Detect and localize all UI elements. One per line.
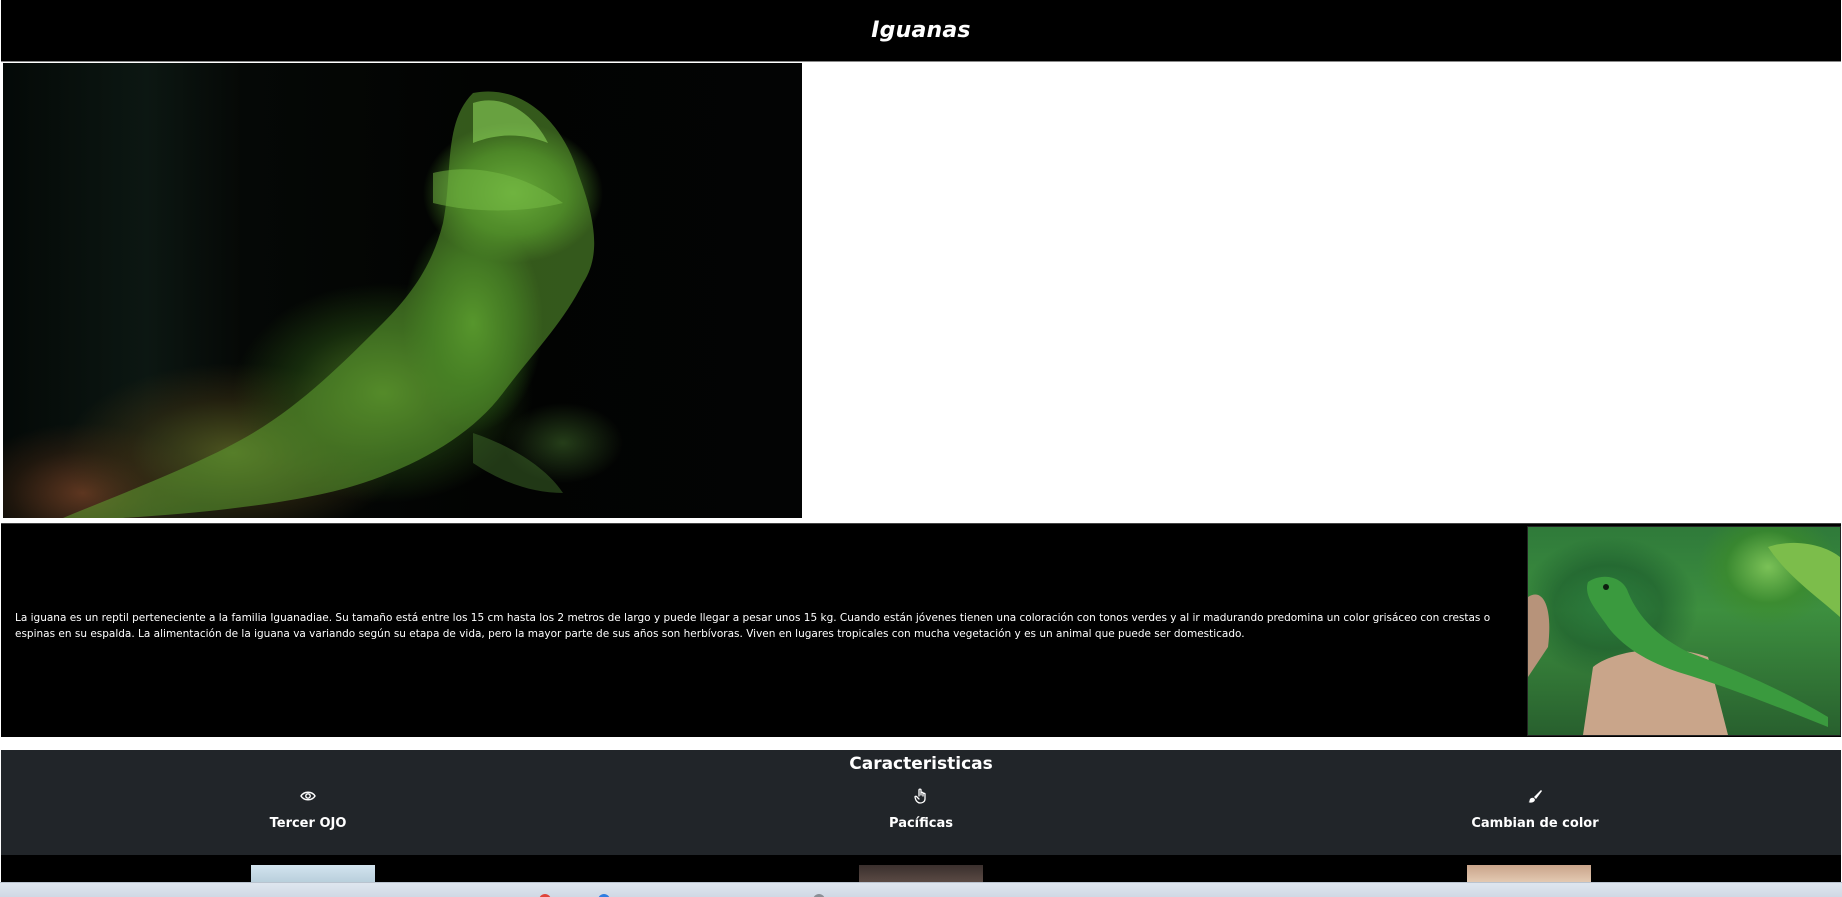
info-iguana-illustration [1528, 542, 1840, 735]
feature-cambian-color: Cambian de color [1385, 788, 1685, 831]
feature-label: Tercer OJO [269, 816, 347, 831]
paintbrush-icon [1385, 788, 1685, 806]
gallery-thumbnail[interactable] [859, 865, 983, 882]
os-taskbar [0, 882, 1842, 897]
page-title: Iguanas [871, 18, 971, 43]
feature-label: Pacíficas [889, 816, 953, 831]
hand-pointer-icon [771, 788, 1071, 806]
info-iguana-image [1527, 526, 1841, 736]
page: Iguanas La iguana es un reptil perteneci… [0, 0, 1842, 897]
gallery-thumbnail[interactable] [1467, 865, 1591, 882]
hero-right-blank-area [802, 62, 1842, 518]
features-section: Caracteristicas Tercer OJO Pacíficas Cam… [1, 750, 1841, 855]
hero-iguana-illustration [63, 91, 595, 518]
eye-icon [158, 788, 458, 806]
feature-tercer-ojo: Tercer OJO [158, 788, 458, 831]
feature-label: Cambian de color [1471, 816, 1599, 831]
feature-pacificas: Pacíficas [771, 788, 1071, 831]
site-header: Iguanas [1, 0, 1841, 62]
gallery-thumbnail[interactable] [251, 865, 375, 882]
hero-iguana-image [3, 63, 802, 518]
features-title: Caracteristicas [849, 754, 993, 774]
info-paragraph: La iguana es un reptil perteneciente a l… [15, 611, 1491, 640]
